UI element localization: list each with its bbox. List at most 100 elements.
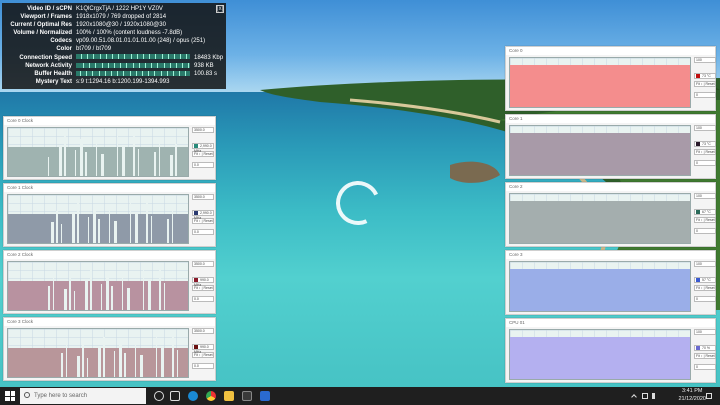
fit-reset-button[interactable]: Fit ↕ | Reset	[694, 285, 716, 292]
graph-max-label-text: 100	[696, 58, 702, 62]
graph-min-label-text: 0.0	[194, 297, 199, 301]
graph-plot	[509, 57, 691, 108]
fit-reset-button-text: Fit ↕ | Reset	[194, 219, 213, 223]
graph-window[interactable]: Core 1 Clock 3500.0 2,990.0 MHz Fit ↕ | Res…	[3, 183, 216, 247]
stats-row: Mystery Text s:9 t:1294.16 b:1200.199-139…	[5, 78, 223, 86]
stats-bar	[76, 54, 190, 60]
graph-window[interactable]: Core 2 100 67 °C Fit ↕ | Reset 0	[505, 182, 716, 247]
graph-fill	[8, 147, 188, 176]
fit-reset-button[interactable]: Fit ↕ | Reset	[192, 151, 214, 157]
graph-min-label: 0	[694, 92, 716, 99]
stats-value-text: 1920x1080@30 / 1920x1080@30	[76, 22, 166, 29]
stats-close-button[interactable]: [x]	[216, 5, 224, 13]
stats-row: Viewport / Frames 1918x1079 / 769 dropped…	[5, 13, 223, 21]
stats-row: Color bt709 / bt709	[5, 45, 223, 53]
stats-key: Buffer Health	[34, 70, 72, 77]
fit-reset-button[interactable]: Fit ↕ | Reset	[192, 285, 214, 291]
taskbar-search-box[interactable]: Type here to search	[20, 388, 146, 404]
clock-time: 3:41 PM	[681, 388, 703, 394]
graph-plot	[509, 125, 691, 176]
clock-date: 21/12/2020	[678, 395, 706, 402]
search-icon	[24, 392, 30, 398]
stats-value: s:9 t:1294.16 b:1200.199-1394.993	[76, 78, 223, 86]
network-icon[interactable]	[642, 393, 648, 399]
fit-reset-button-text: Fit ↕ | Reset	[696, 286, 715, 291]
stats-bar	[76, 62, 190, 68]
graph-title: CPU 01	[506, 319, 715, 327]
stats-value: 938 KB	[76, 62, 223, 70]
edge-icon[interactable]	[188, 391, 198, 401]
graph-fill	[510, 200, 690, 243]
stats-row: Connection Speed 18483 Kbps	[5, 54, 223, 62]
graph-min-label: 0	[694, 160, 716, 167]
graph-current-value: 73 °C	[694, 73, 716, 80]
volume-icon[interactable]	[652, 393, 658, 399]
color-swatch[interactable]	[696, 210, 700, 215]
stats-value: K1QlCrgxTjA / 1222 HP1Y VZ0V	[76, 5, 223, 13]
graph-window[interactable]: Core 3 Clock 3500.0 990.0 MHz Fit ↕ | Reset…	[3, 317, 216, 381]
color-swatch[interactable]	[696, 346, 700, 351]
graph-max-label-text: 100	[696, 262, 702, 266]
color-swatch[interactable]	[696, 278, 700, 283]
graph-current-value-text: 67 °C	[702, 210, 711, 215]
fit-reset-button[interactable]: Fit ↕ | Reset	[694, 149, 716, 156]
graph-title: Core 1 Clock	[4, 184, 215, 192]
file-explorer-icon[interactable]	[224, 391, 234, 401]
graph-window[interactable]: CPU 01 100 70 % Fit ↕ | Reset 0	[505, 318, 716, 383]
fit-reset-button[interactable]: Fit ↕ | Reset	[694, 81, 716, 88]
graph-min-label: 0.0	[192, 296, 214, 302]
fit-reset-button[interactable]: Fit ↕ | Reset	[192, 218, 214, 224]
graph-max-label-text: 3500.0	[194, 329, 205, 333]
graph-max-label: 100	[694, 261, 716, 267]
graph-current-value: 70 %	[694, 345, 716, 352]
fit-reset-button[interactable]: Fit ↕ | Reset	[694, 353, 716, 360]
fit-reset-button-text: Fit ↕ | Reset	[696, 354, 715, 359]
graph-window[interactable]: Core 1 100 73 °C Fit ↕ | Reset 0	[505, 114, 716, 179]
stats-value-text: 100.83 s	[194, 70, 218, 77]
stats-row: Buffer Health 100.83 s	[5, 70, 223, 78]
color-swatch[interactable]	[194, 144, 198, 149]
chrome-icon[interactable]	[206, 391, 216, 401]
graph-window[interactable]: Core 0 Clock 3500.0 2,990.0 MHz Fit ↕ | Res…	[3, 116, 216, 180]
stats-value: 100% / 100% (content loudness -7.8dB)	[76, 29, 223, 37]
fit-reset-button[interactable]: Fit ↕ | Reset	[694, 217, 716, 224]
graph-min-label: 0	[694, 228, 716, 235]
windows-start-icon[interactable]	[5, 391, 15, 401]
graph-window[interactable]: Core 3 100 57 °C Fit ↕ | Reset 0	[505, 250, 716, 315]
fit-reset-button-text: Fit ↕ | Reset	[194, 286, 213, 290]
graph-plot	[509, 329, 691, 380]
task-view-icon[interactable]	[154, 391, 164, 401]
stats-bar	[76, 70, 190, 76]
notification-icon[interactable]	[706, 393, 712, 399]
fit-reset-button[interactable]: Fit ↕ | Reset	[192, 352, 214, 358]
color-swatch[interactable]	[696, 74, 700, 79]
color-swatch[interactable]	[696, 142, 700, 147]
search-placeholder: Type here to search	[34, 393, 88, 399]
graph-max-label: 100	[694, 329, 716, 335]
graph-window[interactable]: Core 0 100 73 °C Fit ↕ | Reset 0	[505, 46, 716, 111]
color-swatch[interactable]	[194, 211, 198, 216]
store-icon[interactable]	[242, 391, 252, 401]
graph-current-value: 2,990.0 MHz	[192, 143, 214, 153]
graph-max-label: 3500.0	[192, 127, 214, 133]
task-switch-icon[interactable]	[170, 391, 180, 401]
graph-max-label-text: 3500.0	[194, 262, 205, 266]
taskbar-clock[interactable]: 3:41 PM 21/12/2020	[678, 388, 706, 403]
graph-title: Core 0 Clock	[4, 117, 215, 125]
stats-value-text: bt709 / bt709	[76, 46, 112, 53]
fit-reset-button-text: Fit ↕ | Reset	[194, 353, 213, 357]
graph-fill	[510, 64, 690, 107]
stats-key: Mystery Text	[35, 78, 72, 85]
stats-row: Codecs vp09.00.51.08.01.01.01.01.00 (248)…	[5, 37, 223, 45]
color-swatch[interactable]	[194, 278, 198, 283]
graph-fill	[8, 281, 188, 310]
graph-current-value: 73 °C	[694, 141, 716, 148]
color-swatch[interactable]	[194, 345, 198, 350]
graph-plot	[509, 193, 691, 244]
mail-icon[interactable]	[260, 391, 270, 401]
graph-fill	[510, 336, 690, 379]
stats-key: Color	[56, 46, 72, 53]
stats-row: Video ID / sCPN K1QlCrgxTjA / 1222 HP1Y V…	[5, 5, 223, 13]
graph-window[interactable]: Core 2 Clock 3500.0 990.0 MHz Fit ↕ | Reset…	[3, 250, 216, 314]
chevron-up-icon[interactable]	[631, 394, 637, 400]
